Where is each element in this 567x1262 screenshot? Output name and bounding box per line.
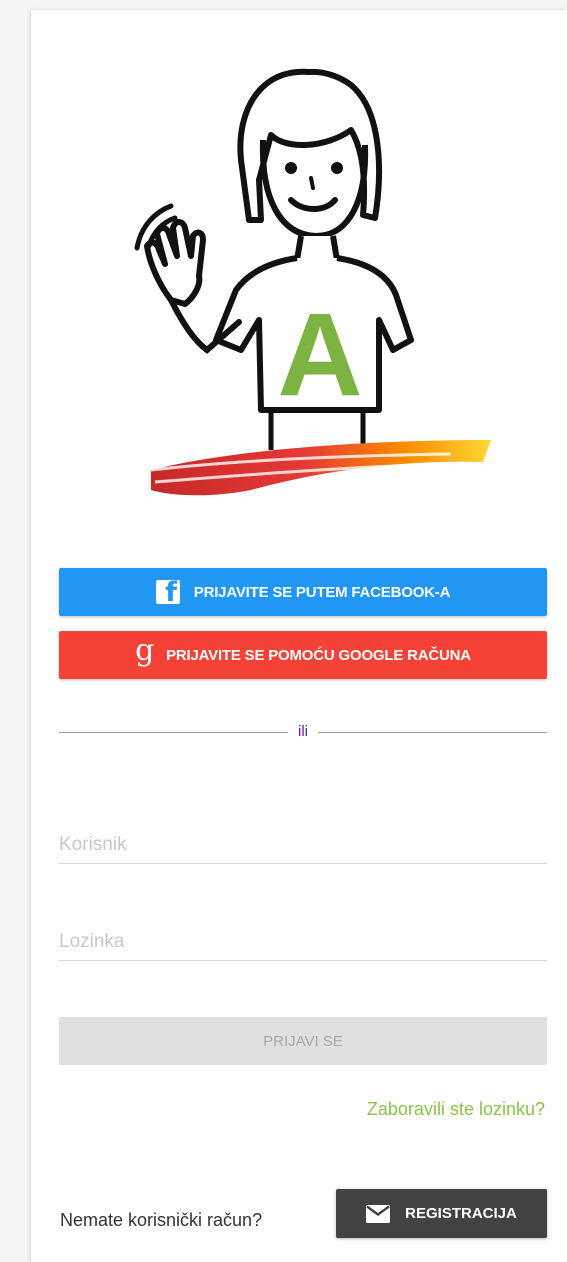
mail-icon: [366, 1204, 391, 1223]
register-button[interactable]: REGISTRACIJA: [336, 1189, 547, 1238]
divider-line-left: [59, 731, 288, 733]
facebook-login-button[interactable]: f PRIJAVITE SE PUTEM FACEBOOK-A: [59, 568, 547, 616]
register-label: REGISTRACIJA: [405, 1205, 517, 1222]
google-icon: g: [135, 633, 155, 668]
google-login-label: PRIJAVITE SE POMOĆU GOOGLE RAČUNA: [166, 646, 471, 664]
app-logo: A: [134, 68, 491, 496]
google-login-button[interactable]: g PRIJAVITE SE POMOĆU GOOGLE RAČUNA: [59, 631, 547, 679]
facebook-icon: f: [155, 580, 180, 604]
or-divider: ili: [59, 724, 547, 740]
forgot-password-link[interactable]: Zaboravili ste lozinku?: [367, 1099, 545, 1120]
facebook-login-label: PRIJAVITE SE PUTEM FACEBOOK-A: [193, 583, 451, 601]
password-input[interactable]: [59, 923, 547, 961]
no-account-text: Nemate korisnički račun?: [60, 1210, 263, 1230]
login-card: A f PRIJAVITE SE PUTEM FACEBOOK-A g PRIJ…: [31, 10, 567, 1262]
login-button[interactable]: PRIJAVI SE: [59, 1017, 547, 1065]
divider-text: ili: [298, 723, 308, 740]
svg-text:A: A: [277, 289, 362, 421]
divider-line-right: [318, 731, 547, 733]
username-input[interactable]: [59, 826, 547, 864]
